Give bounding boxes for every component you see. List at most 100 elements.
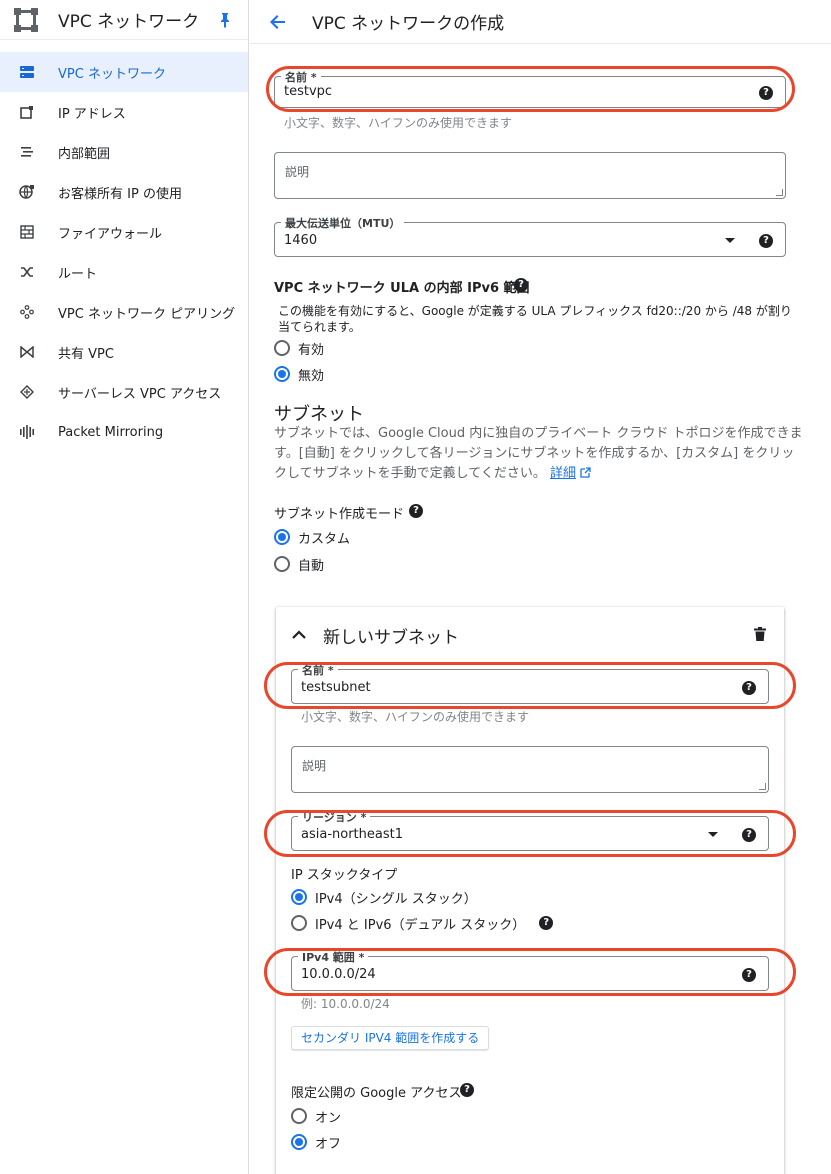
subnet-description-placeholder: 説明: [302, 759, 327, 773]
page-title: VPC ネットワークの作成: [312, 14, 505, 34]
ipv4-range-label: IPv4 範囲 *: [298, 949, 369, 965]
mtu-value: 1460: [284, 233, 318, 248]
ip-address-icon: [18, 103, 36, 121]
help-icon[interactable]: ?: [742, 968, 756, 982]
radio-label: 無効: [298, 368, 325, 384]
radio-label: カスタム: [298, 531, 351, 547]
subnet-section-body: サブネットでは、Google Cloud 内に独自のプライベート クラウド トポ…: [274, 426, 803, 481]
radio-label: オン: [315, 1110, 342, 1126]
sidebar-header: VPC ネットワーク: [0, 0, 248, 40]
radio-label: IPv4（シングル スタック）: [315, 891, 477, 907]
sidebar-nav: VPC ネットワーク IP アドレス 内部範囲 お客様所有 IP の使用 ファイ…: [0, 52, 248, 452]
mtu-label: 最大伝送単位（MTU）: [281, 215, 405, 231]
pin-icon[interactable]: [219, 12, 231, 32]
help-icon[interactable]: ?: [539, 916, 554, 930]
resize-handle-icon[interactable]: [759, 783, 766, 790]
radio-label: 自動: [298, 558, 325, 574]
radio-icon: [274, 556, 290, 572]
sidebar: VPC ネットワーク VPC ネットワーク IP アドレス 内部範囲 お客様所有…: [0, 0, 249, 1174]
network-name-hint: 小文字、数字、ハイフンのみ使用できます: [284, 116, 513, 130]
region-select[interactable]: リージョン * asia-northeast1 ?: [291, 809, 769, 851]
peering-icon: [18, 303, 36, 321]
ipv4-range-field[interactable]: IPv4 範囲 * 10.0.0.0/24 ?: [291, 949, 769, 991]
new-subnet-card: 新しいサブネット 名前 * testsubnet ? 小文字、数字、ハイフンのみ…: [276, 607, 784, 1174]
sidebar-item-ip-address[interactable]: IP アドレス: [0, 92, 248, 132]
sidebar-item-label: Packet Mirroring: [58, 424, 164, 440]
sidebar-item-packet-mirroring[interactable]: Packet Mirroring: [0, 412, 248, 452]
sidebar-item-label: VPC ネットワーク: [58, 66, 166, 82]
radio-checked-icon: [291, 1134, 307, 1150]
learn-more-link[interactable]: 詳細: [550, 466, 576, 481]
delete-trash-icon[interactable]: [754, 627, 766, 645]
subnet-name-label: 名前 *: [298, 662, 338, 678]
dropdown-arrow-icon: [725, 238, 735, 243]
sidebar-item-label: IP アドレス: [58, 106, 126, 122]
help-icon[interactable]: ?: [742, 828, 756, 842]
network-description-field[interactable]: 説明: [274, 152, 786, 199]
private-access-off[interactable]: オフ: [291, 1132, 341, 1152]
ip-stack-dual[interactable]: IPv4 と IPv6（デュアル スタック） ?: [291, 913, 554, 933]
sidebar-item-vpc-network[interactable]: VPC ネットワーク: [0, 52, 248, 92]
ipv4-range-value: 10.0.0.0/24: [301, 967, 376, 982]
packet-mirroring-icon: [18, 423, 36, 441]
vpc-product-icon: [12, 6, 40, 34]
create-secondary-range-button[interactable]: セカンダリ IPV4 範囲を作成する: [291, 1026, 490, 1050]
region-label: リージョン *: [298, 809, 371, 825]
main-content: VPC ネットワークの作成 名前 * testvpc ? 小文字、数字、ハイフン…: [250, 0, 831, 1174]
sidebar-item-firewall[interactable]: ファイアウォール: [0, 212, 248, 252]
sidebar-item-label: VPC ネットワーク ピアリング: [58, 306, 236, 322]
network-name-field[interactable]: 名前 * testvpc ?: [274, 69, 786, 108]
help-icon[interactable]: ?: [460, 1083, 474, 1097]
external-link-icon: [580, 467, 591, 478]
subnet-mode-custom[interactable]: カスタム: [274, 527, 350, 547]
subnet-description-field[interactable]: 説明: [291, 746, 769, 793]
ula-option-enabled[interactable]: 有効: [274, 338, 324, 358]
private-access-on[interactable]: オン: [291, 1106, 341, 1126]
radio-icon: [274, 340, 290, 356]
byoip-globe-icon: [18, 183, 36, 201]
sidebar-item-routes[interactable]: ルート: [0, 252, 248, 292]
radio-icon: [291, 1108, 307, 1124]
radio-label: オフ: [315, 1136, 342, 1152]
sidebar-item-peering[interactable]: VPC ネットワーク ピアリング: [0, 292, 248, 332]
help-icon[interactable]: ?: [514, 278, 528, 292]
private-google-access-label: 限定公開の Google アクセス: [291, 1086, 462, 1101]
internal-range-icon: [18, 143, 36, 161]
help-icon[interactable]: ?: [742, 681, 756, 695]
subnet-mode-auto[interactable]: 自動: [274, 554, 324, 574]
help-icon[interactable]: ?: [759, 234, 773, 248]
ula-description: この機能を有効にすると、Google が定義する ULA プレフィックス fd2…: [278, 304, 792, 334]
help-icon[interactable]: ?: [409, 504, 423, 518]
subnet-section-description: サブネットでは、Google Cloud 内に独自のプライベート クラウド トポ…: [274, 424, 804, 484]
network-name-value: testvpc: [284, 84, 333, 99]
ip-stack-ipv4[interactable]: IPv4（シングル スタック）: [291, 887, 477, 907]
sidebar-item-label: 内部範囲: [58, 146, 111, 162]
resize-handle-icon[interactable]: [776, 189, 783, 196]
mtu-select[interactable]: 最大伝送単位（MTU） 1460 ?: [274, 215, 786, 257]
sidebar-item-label: お客様所有 IP の使用: [58, 186, 182, 202]
radio-label: IPv4 と IPv6（デュアル スタック）: [315, 917, 526, 933]
sidebar-item-byoip[interactable]: お客様所有 IP の使用: [0, 172, 248, 212]
page-header: VPC ネットワークの作成: [250, 0, 831, 44]
sidebar-item-label: ルート: [58, 266, 98, 282]
sidebar-item-serverless-vpc[interactable]: サーバーレス VPC アクセス: [0, 372, 248, 412]
sidebar-item-shared-vpc[interactable]: 共有 VPC: [0, 332, 248, 372]
ula-option-disabled[interactable]: 無効: [274, 364, 324, 384]
help-icon[interactable]: ?: [759, 86, 773, 100]
subnet-name-value: testsubnet: [301, 680, 371, 695]
radio-checked-icon: [274, 366, 290, 382]
network-name-label: 名前 *: [281, 69, 321, 85]
routes-icon: [18, 263, 36, 281]
ula-label: VPC ネットワーク ULA の内部 IPv6 範囲: [274, 281, 530, 296]
ip-stack-label: IP スタックタイプ: [291, 868, 398, 883]
back-arrow-icon[interactable]: [266, 10, 290, 34]
vpc-network-icon: [18, 63, 36, 81]
chevron-up-icon[interactable]: [292, 629, 306, 644]
subnet-name-field[interactable]: 名前 * testsubnet ?: [291, 662, 769, 704]
dropdown-arrow-icon: [708, 832, 718, 837]
subnet-name-hint: 小文字、数字、ハイフンのみ使用できます: [301, 710, 530, 724]
radio-icon: [291, 915, 307, 931]
sidebar-title: VPC ネットワーク: [58, 12, 200, 32]
shared-vpc-icon: [18, 343, 36, 361]
sidebar-item-internal-range[interactable]: 内部範囲: [0, 132, 248, 172]
